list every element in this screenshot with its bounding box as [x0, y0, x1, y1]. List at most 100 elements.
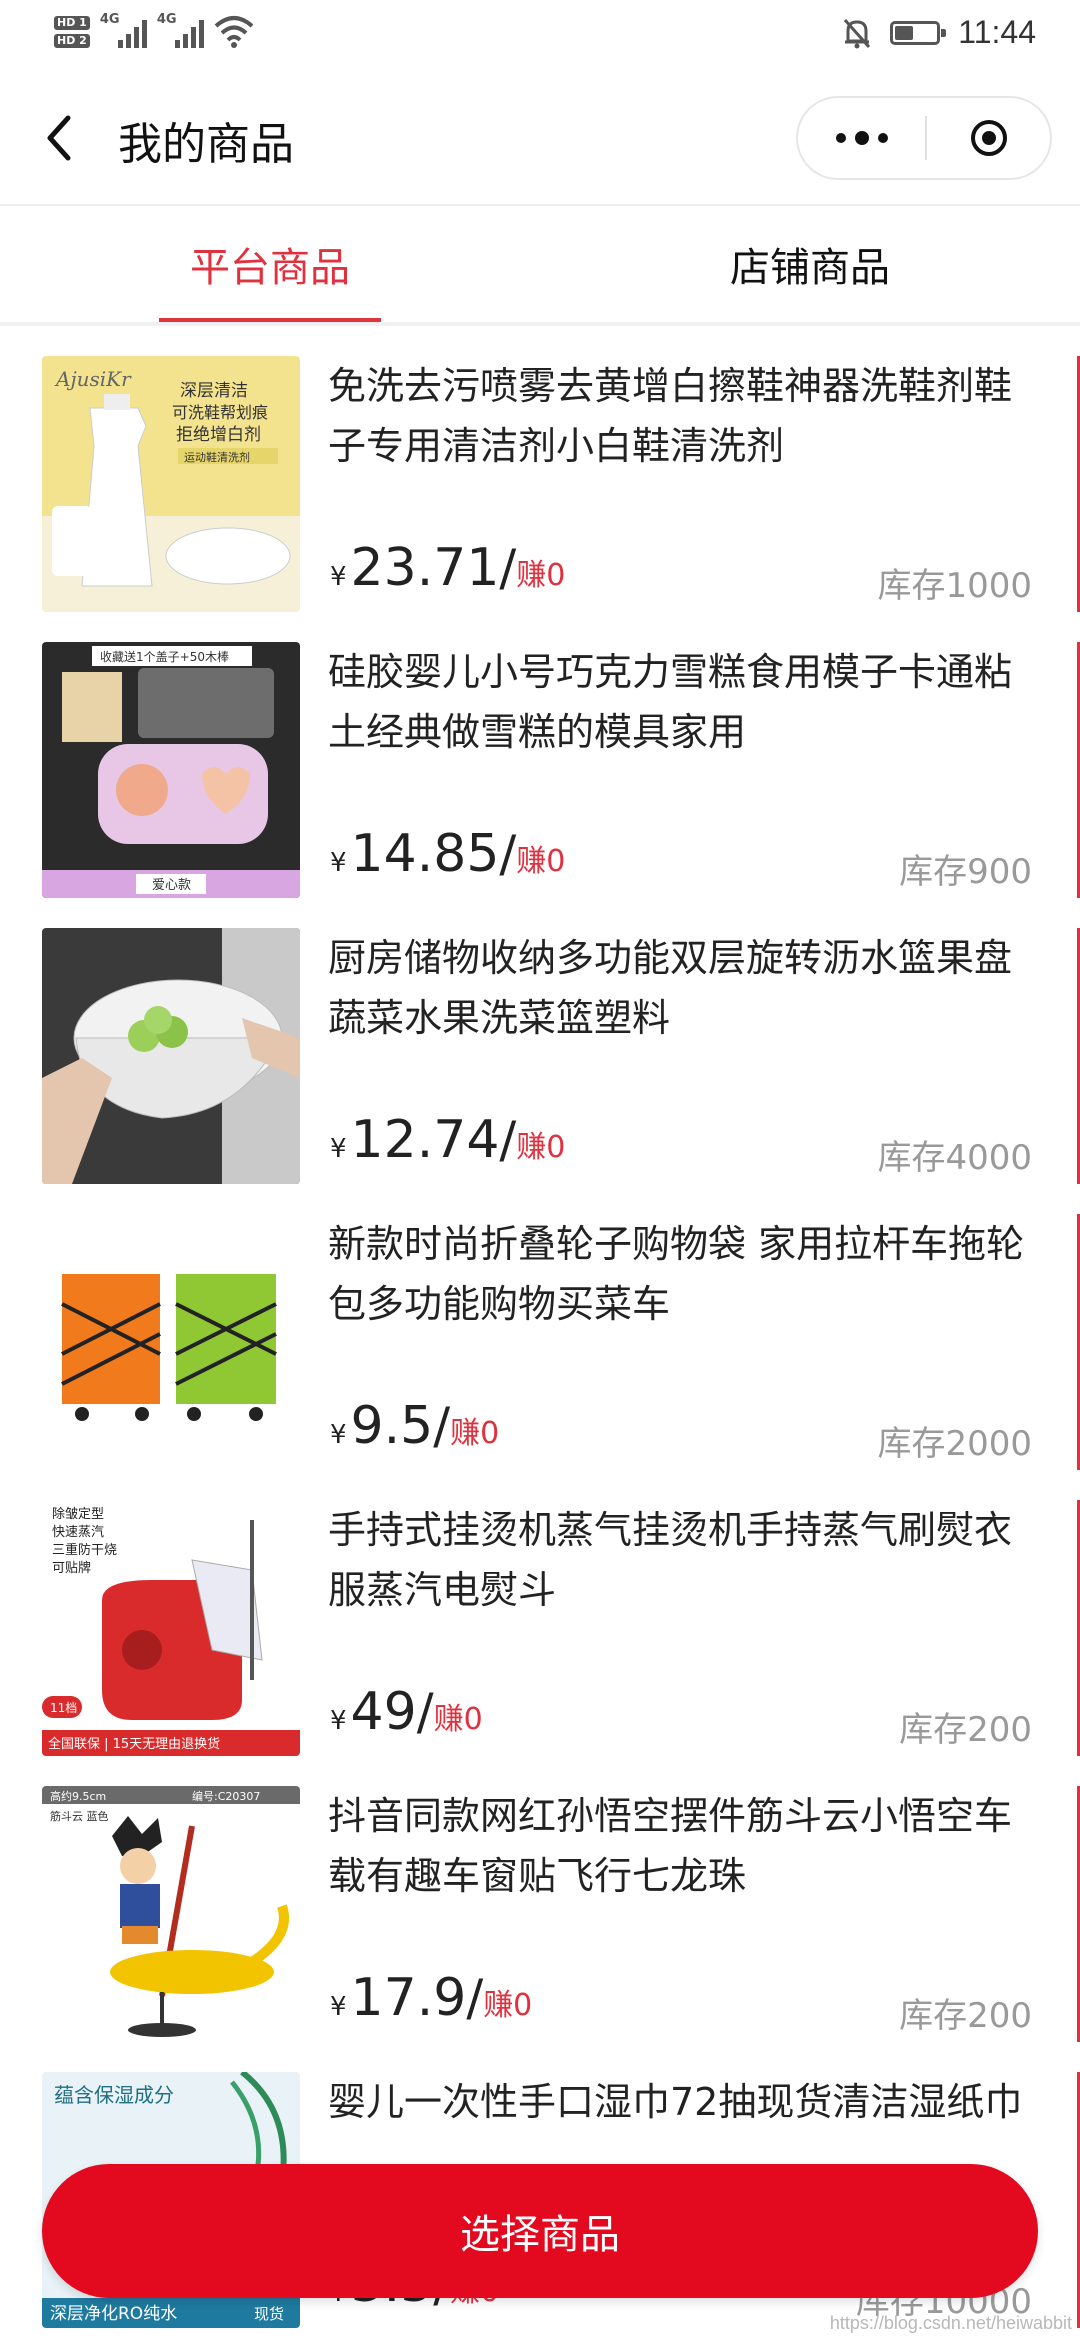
thumb-caption-4: 运动鞋清洗剂 [184, 450, 250, 464]
product-name: 免洗去污喷雾去黄增白擦鞋神器洗鞋剂鞋子专用清洁剂小白鞋清洗剂 [328, 364, 1013, 468]
product-price: ¥ 9.5 / 赚0 [330, 1396, 499, 1456]
price-slash: / [433, 1397, 451, 1455]
active-tab-indicator [159, 318, 381, 322]
price-slash: / [499, 539, 517, 597]
tab-bar: 平台商品 店铺商品 [0, 206, 1080, 326]
brand-text: AjusiKr [54, 367, 132, 391]
product-image: 收藏送1个盖子+50木棒 爱心款 [42, 642, 300, 898]
price-slash: / [466, 1969, 484, 2027]
network-label: 4G [99, 12, 120, 27]
earn-label: 赚0 [516, 1130, 566, 1165]
product-image: AjusiKr 深层清洁 可洗鞋帮划痕 拒绝增白剂 运动鞋清洗剂 [42, 356, 300, 612]
price-slash: / [499, 825, 517, 883]
currency-symbol: ¥ [330, 1134, 347, 1164]
earn-label: 赚0 [483, 1988, 533, 2023]
thumb-caption-6: 全国联保 | 15天无理由退换货 [48, 1736, 220, 1752]
currency-symbol: ¥ [330, 848, 347, 878]
price-value: 12.74 [350, 1110, 500, 1170]
close-circle-icon[interactable] [927, 98, 1050, 178]
more-dots-icon[interactable] [798, 98, 925, 178]
watermark: https://blog.csdn.net/heiwabbit [829, 2313, 1072, 2333]
price-value: 14.85 [350, 824, 500, 884]
battery-icon [890, 20, 947, 45]
thumb-caption-3: 拒绝增白剂 [176, 425, 261, 445]
product-item[interactable]: 收藏送1个盖子+50木棒 爱心款 硅胶婴儿小号巧克力雪糕食用模子卡通粘土经典做雪… [0, 612, 1080, 898]
thumb-caption-2: 爱心款 [152, 878, 191, 893]
wifi-icon [214, 16, 254, 48]
signal-icon-2: 4G [156, 12, 204, 48]
price-value: 9.5 [350, 1396, 434, 1456]
product-item[interactable]: 新款时尚折叠轮子购物袋 家用拉杆车拖轮包多功能购物买菜车 ¥ 9.5 / 赚0 … [0, 1184, 1080, 1470]
tab-shop-goods[interactable]: 店铺商品 [690, 206, 930, 322]
price-value: 49 [350, 1682, 417, 1742]
earn-label: 赚0 [433, 1702, 483, 1737]
status-left: HD 1 HD 2 4G 4G [54, 12, 254, 48]
product-name: 新款时尚折叠轮子购物袋 家用拉杆车拖轮包多功能购物买菜车 [328, 1222, 1025, 1326]
product-item[interactable]: 除皱定型 快速蒸汽 三重防干烧 可贴牌 11档 全国联保 | 15天无理由退换货… [0, 1470, 1080, 1756]
stock-label: 库存200 [899, 1996, 1032, 2036]
signal-icon: 4G [99, 12, 147, 48]
network-label-2: 4G [156, 12, 177, 27]
stock-label: 库存1000 [877, 566, 1032, 606]
price-slash: / [499, 1111, 517, 1169]
status-bar: HD 1 HD 2 4G 4G 11:44 [0, 0, 1080, 72]
thumb-caption-1: 收藏送1个盖子+50木棒 [100, 649, 229, 664]
earn-label: 赚0 [450, 1416, 500, 1451]
currency-symbol: ¥ [330, 1992, 347, 2022]
earn-label: 赚0 [516, 558, 566, 593]
product-name: 婴儿一次性手口湿巾72抽现货清洁湿纸巾 [328, 2080, 1023, 2124]
product-price: ¥ 14.85 / 赚0 [330, 824, 565, 884]
page-title: 我的商品 [118, 119, 294, 170]
product-image: 除皱定型 快速蒸汽 三重防干烧 可贴牌 11档 全国联保 | 15天无理由退换货 [42, 1500, 300, 1756]
currency-symbol: ¥ [330, 562, 347, 592]
currency-symbol: ¥ [330, 1706, 347, 1736]
thumb-caption-4: 可贴牌 [52, 1560, 91, 1576]
product-item[interactable]: 厨房储物收纳多功能双层旋转沥水篮果盘蔬菜水果洗菜篮塑料 ¥ 12.74 / 赚0… [0, 898, 1080, 1184]
thumb-caption-2: 深层净化RO纯水 [50, 2304, 177, 2324]
product-image: 高约9.5cm 编号:C20307 筋斗云 蓝色 [42, 1786, 300, 2042]
thumb-caption-3: 现货 [254, 2305, 284, 2323]
stock-label: 库存2000 [877, 1424, 1032, 1464]
product-price: ¥ 17.9 / 赚0 [330, 1968, 532, 2028]
thumb-caption-1: 蕴含保湿成分 [54, 2083, 174, 2107]
thumb-caption-1: 高约9.5cm [50, 1789, 106, 1803]
hd-badges: HD 1 HD 2 [54, 16, 90, 48]
nav-bar: 我的商品 [0, 72, 1080, 206]
select-goods-button[interactable]: 选择商品 [42, 2164, 1038, 2298]
thumb-caption-5: 11档 [50, 1701, 77, 1715]
mini-program-capsule [796, 96, 1052, 180]
earn-label: 赚0 [516, 844, 566, 879]
product-image [42, 928, 300, 1184]
mute-bell-icon [844, 18, 871, 48]
price-slash: / [416, 1683, 434, 1741]
tab-platform-goods[interactable]: 平台商品 [150, 206, 390, 322]
product-name: 抖音同款网红孙悟空摆件筋斗云小悟空车载有趣车窗贴飞行七龙珠 [328, 1794, 1013, 1898]
product-price: ¥ 12.74 / 赚0 [330, 1110, 565, 1170]
stock-label: 库存4000 [877, 1138, 1032, 1178]
price-value: 17.9 [350, 1968, 467, 2028]
back-arrow-icon[interactable] [40, 112, 80, 164]
thumb-caption-1: 深层清洁 [180, 381, 248, 401]
product-price: ¥ 49 / 赚0 [330, 1682, 483, 1742]
thumb-caption-2: 可洗鞋帮划痕 [172, 403, 268, 422]
product-price: ¥ 23.71 / 赚0 [330, 538, 565, 598]
product-name: 硅胶婴儿小号巧克力雪糕食用模子卡通粘土经典做雪糕的模具家用 [328, 650, 1013, 754]
product-name: 手持式挂烫机蒸气挂烫机手持蒸气刷熨衣服蒸汽电熨斗 [328, 1508, 1013, 1612]
thumb-caption-2: 编号:C20307 [192, 1789, 260, 1803]
product-item[interactable]: AjusiKr 深层清洁 可洗鞋帮划痕 拒绝增白剂 运动鞋清洗剂 免洗去污喷雾去… [0, 326, 1080, 612]
clock: 11:44 [958, 14, 1036, 50]
product-name: 厨房储物收纳多功能双层旋转沥水篮果盘蔬菜水果洗菜篮塑料 [328, 936, 1013, 1040]
thumb-caption-1: 除皱定型 [52, 1506, 104, 1522]
product-image [42, 1214, 300, 1470]
stock-label: 库存900 [899, 852, 1032, 892]
price-value: 23.71 [350, 538, 500, 598]
product-item[interactable]: 高约9.5cm 编号:C20307 筋斗云 蓝色 抖音同款网红孙悟空摆件筋斗云小… [0, 1756, 1080, 2042]
thumb-caption-3: 筋斗云 蓝色 [50, 1809, 109, 1823]
battery-level [895, 25, 914, 40]
stock-label: 库存200 [899, 1710, 1032, 1750]
status-right: 11:44 [842, 14, 1036, 51]
thumb-caption-3: 三重防干烧 [52, 1542, 117, 1558]
hd1-badge: HD 1 [54, 16, 90, 30]
thumb-caption-2: 快速蒸汽 [52, 1525, 104, 1540]
currency-symbol: ¥ [330, 1420, 347, 1450]
